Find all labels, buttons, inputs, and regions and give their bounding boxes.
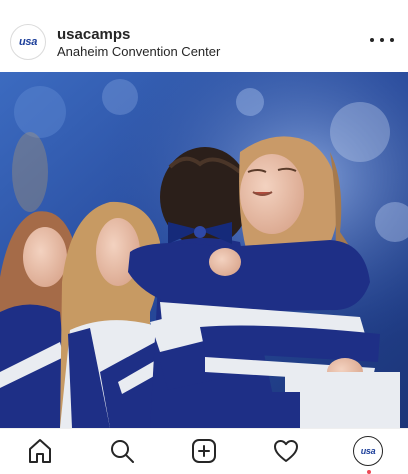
profile-avatar[interactable]: usa: [10, 24, 46, 60]
search-icon[interactable]: [102, 435, 142, 467]
post-photo[interactable]: [0, 72, 408, 428]
more-options-button[interactable]: [370, 30, 394, 50]
post-username[interactable]: usacamps: [57, 26, 130, 43]
post-header: usa usacamps Anaheim Convention Center: [0, 0, 408, 72]
post-location[interactable]: Anaheim Convention Center: [57, 44, 220, 59]
more-dot-icon: [390, 38, 394, 42]
bottom-nav-bar: usa: [0, 428, 408, 474]
profile-avatar-small: usa: [353, 436, 383, 466]
more-dot-icon: [370, 38, 374, 42]
profile-icon[interactable]: usa: [348, 435, 388, 474]
more-dot-icon: [380, 38, 384, 42]
notification-dot: [367, 470, 371, 474]
profile-logo-text: usa: [360, 446, 376, 456]
activity-heart-icon[interactable]: [266, 435, 306, 467]
avatar-logo-text: usa: [18, 36, 38, 48]
cheerleaders-photo: [0, 72, 408, 428]
new-post-icon[interactable]: [184, 435, 224, 467]
home-icon[interactable]: [20, 435, 60, 467]
